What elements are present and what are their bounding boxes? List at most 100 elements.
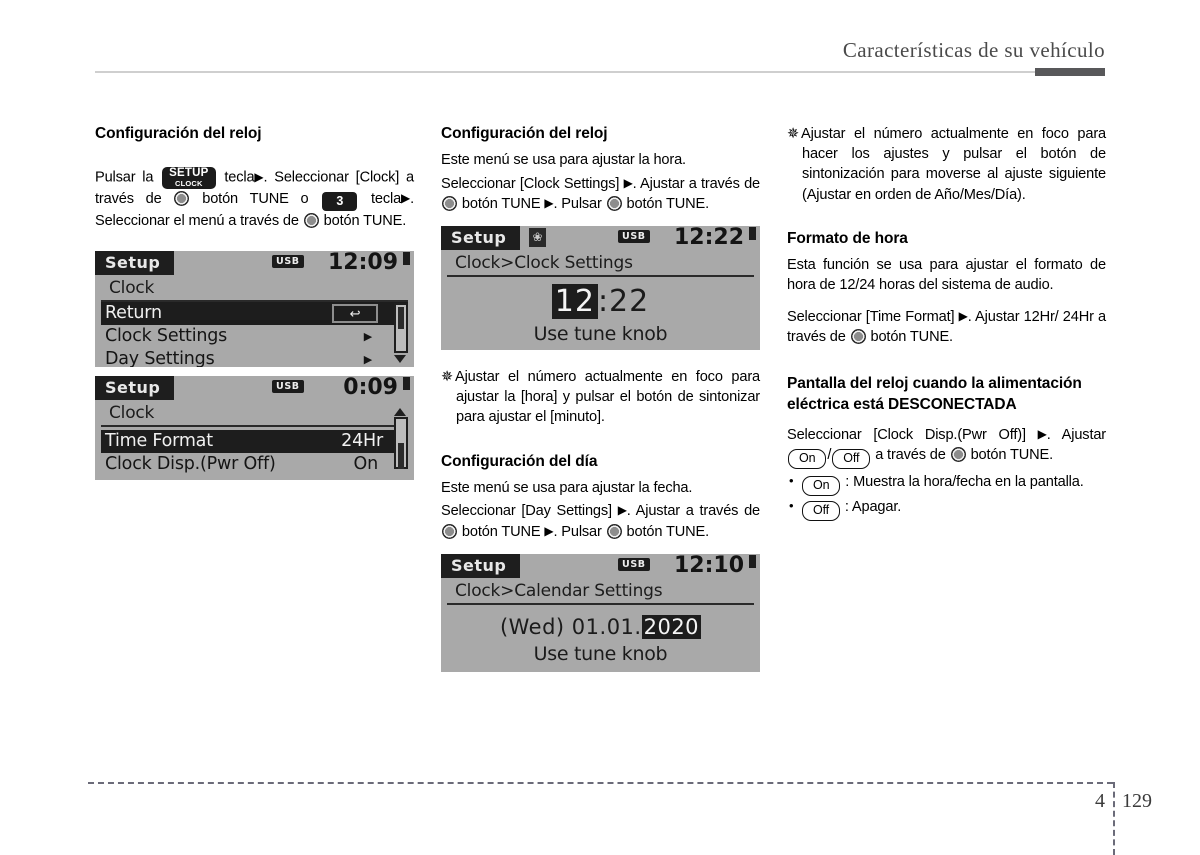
lcd1-row-day-settings: Day Settings ▶ bbox=[101, 348, 408, 367]
lcd2-scrollbar bbox=[394, 417, 408, 470]
usb-indicator-icon: USB bbox=[618, 557, 650, 571]
right-arrow-icon: ▶ bbox=[401, 191, 411, 206]
paragraph-time-format-desc: Esta función se usa para ajustar el form… bbox=[787, 257, 1106, 294]
lcd1-corner-marker bbox=[403, 252, 410, 266]
lcd2-clock-readout: 0:09 bbox=[343, 376, 398, 401]
lcd4-year-highlighted: 2020 bbox=[641, 614, 702, 639]
note-ajuste-orden-text: Ajustar el número actualmente en foco pa… bbox=[801, 126, 1106, 203]
scroll-down-icon bbox=[394, 355, 406, 364]
lcd3-hour-highlighted: 12 bbox=[551, 284, 598, 320]
lcd3-breadcrumb: Clock>Clock Settings bbox=[447, 252, 754, 278]
setup-clock-key-icon: SETUP CLOCK bbox=[162, 167, 216, 190]
note-hora-minuto: ✵ Ajustar el número actualmente en foco p… bbox=[441, 367, 760, 428]
lcd1-status-bar: Setup USB 12:09 bbox=[95, 251, 414, 277]
lcd4-breadcrumb: Clock>Calendar Settings bbox=[447, 580, 754, 605]
lcd2-row-time-format-value: 24Hr bbox=[338, 430, 386, 454]
text-seleccionar-clock-disp: Seleccionar [Clock Disp.(Pwr Off)] bbox=[787, 426, 1026, 443]
list-item-off: Off : Apagar. bbox=[787, 497, 1106, 521]
column-left: Configuración del reloj Pulsar la SETUP … bbox=[95, 124, 414, 481]
lcd1-row-clock-settings: Clock Settings ▶ bbox=[101, 325, 408, 348]
list-item-off-text: : Apagar. bbox=[844, 498, 902, 515]
lcd3-corner-marker bbox=[749, 227, 756, 241]
lcd-screenshot-clock-settings: Setup ❀ USB 12:22 Clock>Clock Settings 1… bbox=[441, 226, 760, 351]
lcd-screenshot-time-format: Setup USB 0:09 Clock Time Format 24Hr Cl… bbox=[95, 376, 414, 481]
lcd4-clock-readout: 12:10 bbox=[673, 553, 744, 578]
lcd1-breadcrumb: Clock bbox=[101, 277, 408, 303]
lcd4-date-prefix: (Wed) 01.01. bbox=[499, 614, 642, 639]
lcd4-date-editor: (Wed) 01.01.2020 bbox=[441, 614, 760, 639]
usb-indicator-icon: USB bbox=[272, 255, 304, 269]
text-seleccionar-time-format: Seleccionar [Time Format] bbox=[787, 308, 955, 325]
text-slash: / bbox=[827, 447, 832, 464]
heading-configuracion-del-reloj: Configuración del reloj bbox=[95, 125, 262, 142]
bluetooth-icon: ❀ bbox=[529, 228, 546, 248]
column-middle: Configuración del reloj Este menú se usa… bbox=[441, 124, 760, 672]
asterisk-icon: ✵ bbox=[441, 369, 454, 386]
page-number: 129 bbox=[1122, 790, 1152, 812]
scroll-up-icon bbox=[394, 408, 406, 417]
lcd1-mode-title: Setup bbox=[95, 251, 175, 276]
usb-indicator-icon: USB bbox=[618, 230, 650, 244]
tune-knob-icon bbox=[442, 523, 457, 539]
right-arrow-icon: ▶ bbox=[1037, 426, 1047, 441]
lcd3-status-bar: Setup ❀ USB 12:22 bbox=[441, 226, 760, 252]
lcd4-corner-marker bbox=[749, 554, 756, 568]
on-pill-icon: On bbox=[802, 476, 841, 496]
header-rule-light bbox=[95, 71, 1035, 73]
heading-pantalla-reloj-pwr-off: Pantalla del reloj cuando la alimentació… bbox=[787, 375, 1082, 413]
paragraph-clock-settings-steps: Seleccionar [Clock Settings] ▶. Ajustar … bbox=[441, 174, 760, 214]
text-boton-tune-o: botón TUNE o bbox=[202, 191, 309, 208]
text-boton-tune-6: botón TUNE. bbox=[970, 447, 1054, 464]
text-tecla-2: tecla bbox=[370, 191, 402, 208]
lcd-screenshot-clock-menu: Setup USB 12:09 Clock Return ↩ Clock Set… bbox=[95, 251, 414, 368]
on-pill-icon: On bbox=[788, 449, 827, 470]
tune-knob-icon bbox=[850, 328, 866, 344]
off-pill-icon: Off bbox=[832, 449, 871, 470]
lcd4-status-bar: Setup USB 12:10 bbox=[441, 553, 760, 580]
page-header: Características de su vehículo bbox=[0, 0, 1200, 80]
text-seleccionar-day-settings: Seleccionar [Day Settings] bbox=[441, 503, 612, 520]
lcd1-scrollbar bbox=[394, 303, 408, 354]
text-boton-tune-3: botón TUNE bbox=[461, 523, 541, 540]
lcd4-mode-title: Setup bbox=[441, 553, 521, 578]
paragraph-time-format-steps: Seleccionar [Time Format] ▶. Ajustar 12H… bbox=[787, 307, 1106, 347]
lcd2-row-time-format: Time Format 24Hr bbox=[101, 430, 408, 454]
lcd-screenshot-calendar-settings: Setup USB 12:10 Clock>Calendar Settings … bbox=[441, 553, 760, 672]
column-right: ✵ Ajustar el número actualmente en foco p… bbox=[787, 124, 1106, 522]
tune-knob-icon bbox=[442, 195, 457, 211]
text-ajustar-a-traves-2: . Ajustar a través de bbox=[626, 503, 760, 520]
text-boton-tune-4: botón TUNE. bbox=[626, 523, 710, 540]
lcd2-scroll-thumb bbox=[398, 443, 404, 470]
lcd2-row-clock-disp: Clock Disp.(Pwr Off) On bbox=[101, 453, 408, 476]
lcd1-row-day-settings-label: Day Settings bbox=[105, 349, 215, 368]
lcd3-clock-readout: 12:22 bbox=[673, 226, 744, 251]
paragraph-day-menu-desc: Este menú se usa para ajustar la fecha. bbox=[441, 480, 693, 497]
setup-key-line2: CLOCK bbox=[175, 178, 203, 188]
lcd3-hint-text: Use tune knob bbox=[533, 323, 668, 346]
list-item-on-text: : Muestra la hora/fecha en la pantalla. bbox=[845, 474, 1084, 491]
lcd1-clock-readout: 12:09 bbox=[327, 251, 398, 276]
lcd2-row-clock-disp-value: On bbox=[353, 454, 379, 475]
text-ajustar-3: . Ajustar bbox=[1046, 426, 1107, 443]
lcd1-row-return-label: Return bbox=[105, 303, 162, 324]
off-pill-icon: Off bbox=[802, 500, 840, 521]
right-arrow-icon: ▶ bbox=[623, 175, 633, 190]
chapter-number: 4 bbox=[1095, 790, 1105, 812]
tune-knob-icon bbox=[606, 523, 622, 539]
tune-knob-icon bbox=[606, 195, 622, 211]
usb-indicator-icon: USB bbox=[272, 380, 304, 394]
page-title: Características de su vehículo bbox=[842, 38, 1105, 62]
paragraph-day-settings-steps: Seleccionar [Day Settings] ▶. Ajustar a … bbox=[441, 501, 760, 541]
paragraph-clock-intro: Pulsar la SETUP CLOCK tecla▶. Selecciona… bbox=[95, 167, 414, 231]
list-item-on: On : Muestra la hora/fecha en la pantall… bbox=[787, 472, 1106, 496]
lcd2-breadcrumb: Clock bbox=[101, 402, 408, 428]
return-arrow-icon: ↩ bbox=[332, 304, 378, 324]
